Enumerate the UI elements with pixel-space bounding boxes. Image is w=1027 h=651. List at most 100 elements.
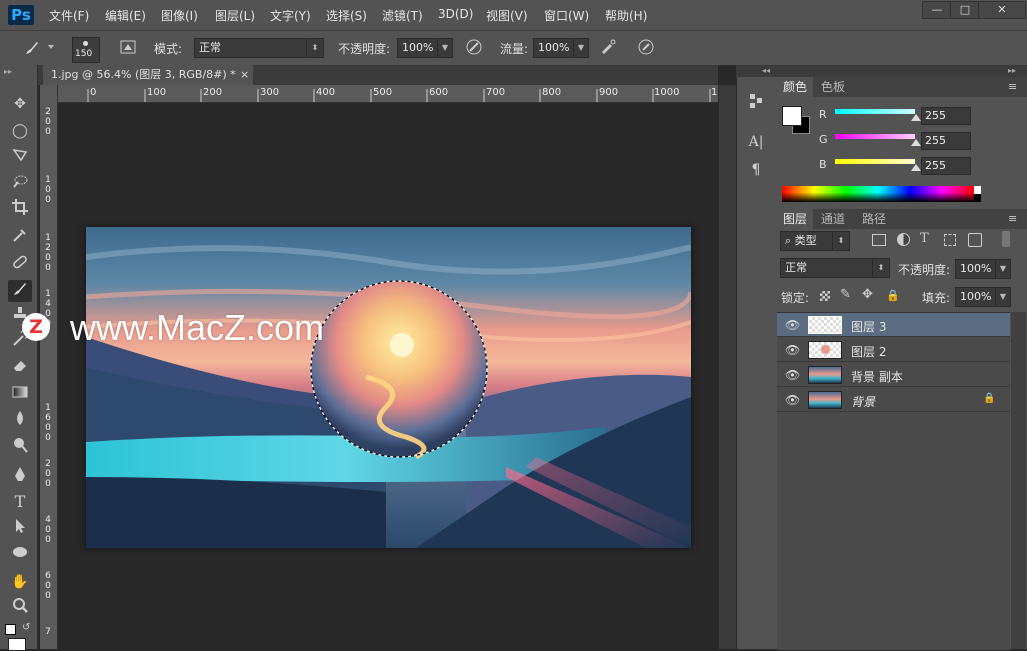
lasso-tool-icon[interactable]	[8, 146, 32, 168]
tab-color[interactable]: 颜色	[777, 77, 814, 97]
menu-help[interactable]: 帮助(H)	[605, 7, 647, 24]
move-tool-icon[interactable]: ✥	[8, 93, 32, 115]
red-slider-handle[interactable]	[911, 114, 921, 121]
visibility-eye-icon[interactable]: 👁	[785, 393, 800, 407]
filter-pixel-layer-icon[interactable]	[872, 234, 886, 246]
green-value-input[interactable]: 255	[921, 132, 971, 150]
lock-position-icon[interactable]: ✥	[862, 287, 873, 302]
visibility-eye-icon[interactable]: 👁	[785, 343, 800, 357]
color-spectrum-bar[interactable]	[782, 186, 974, 202]
red-value-input[interactable]: 255	[921, 107, 971, 125]
close-window-button[interactable]: ✕	[978, 1, 1026, 19]
opacity-input[interactable]: 100% ▼	[397, 38, 453, 58]
path-selection-tool-icon[interactable]	[8, 517, 32, 539]
layers-scrollbar[interactable]	[1011, 312, 1026, 649]
green-slider[interactable]	[835, 134, 915, 139]
brush-preset-dropdown[interactable]	[48, 45, 54, 49]
menu-file[interactable]: 文件(F)	[49, 7, 89, 24]
layer-name[interactable]: 图层 2	[851, 343, 886, 360]
pen-tool-icon[interactable]	[8, 465, 32, 487]
eyedropper-tool-icon[interactable]	[8, 226, 32, 248]
filter-adjustment-layer-icon[interactable]	[897, 233, 910, 246]
visibility-eye-icon[interactable]: 👁	[785, 318, 800, 332]
airbrush-icon[interactable]	[598, 38, 618, 58]
filter-toggle-switch[interactable]	[1002, 231, 1010, 247]
layer-filter-select[interactable]: ⌕ 类型 ⬍	[780, 231, 850, 251]
tab-paths[interactable]: 路径	[856, 209, 892, 229]
filter-shape-layer-icon[interactable]	[944, 234, 956, 246]
brush-panel-toggle-icon[interactable]	[118, 38, 138, 58]
elliptical-marquee-tool-icon[interactable]: ◯	[8, 120, 32, 142]
collapse-toolbox-icon[interactable]: ▸▸	[4, 67, 12, 76]
menu-layer[interactable]: 图层(L)	[215, 7, 255, 24]
filter-smart-object-icon[interactable]	[968, 233, 982, 247]
lock-image-pixels-icon[interactable]: ✎	[840, 287, 851, 302]
brush-tool-icon[interactable]	[8, 280, 32, 302]
menu-select[interactable]: 选择(S)	[326, 7, 367, 24]
brush-size-picker[interactable]: 150	[72, 37, 100, 63]
healing-brush-tool-icon[interactable]	[8, 253, 32, 275]
fill-input[interactable]: 100% ▼	[955, 287, 1011, 307]
swap-colors-icon[interactable]: ↺	[22, 622, 30, 633]
menu-edit[interactable]: 编辑(E)	[105, 7, 146, 24]
menu-view[interactable]: 视图(V)	[486, 7, 528, 24]
type-tool-icon[interactable]: T	[8, 491, 32, 513]
lock-transparent-pixels-icon[interactable]	[820, 291, 830, 301]
vertical-scrollbar[interactable]	[718, 85, 736, 649]
foreground-color-swatch[interactable]	[8, 638, 26, 651]
paragraph-panel-icon[interactable]: ¶	[746, 160, 766, 180]
layers-panel-menu-icon[interactable]: ≡	[1008, 212, 1017, 225]
tab-layers[interactable]: 图层	[777, 209, 814, 229]
menu-window[interactable]: 窗口(W)	[544, 7, 589, 24]
eraser-tool-icon[interactable]	[8, 356, 32, 378]
crop-tool-icon[interactable]	[8, 198, 32, 220]
mode-select[interactable]: 正常 ⬍	[194, 38, 324, 58]
layer-opacity-value: 100%	[960, 262, 992, 275]
blue-slider-handle[interactable]	[911, 164, 921, 171]
blue-slider[interactable]	[835, 159, 915, 164]
green-slider-handle[interactable]	[911, 139, 921, 146]
minimize-button[interactable]: —	[922, 1, 952, 19]
character-panel-icon[interactable]: A|	[746, 132, 766, 152]
quick-selection-tool-icon[interactable]	[8, 172, 32, 194]
hand-tool-icon[interactable]: ✋	[8, 571, 32, 593]
tab-channels[interactable]: 通道	[815, 209, 851, 229]
spectrum-black-swatch[interactable]	[974, 194, 981, 202]
menu-filter[interactable]: 滤镜(T)	[382, 7, 423, 24]
close-tab-button[interactable]: ×	[240, 68, 249, 81]
zoom-tool-icon[interactable]	[8, 597, 32, 619]
lock-all-icon[interactable]: 🔒	[886, 289, 900, 302]
default-colors-icon[interactable]	[5, 624, 16, 635]
canvas-image[interactable]	[86, 227, 691, 548]
dodge-tool-icon[interactable]	[8, 436, 32, 458]
layer-name[interactable]: 图层 3	[851, 318, 886, 335]
document-tab[interactable]: 1.jpg @ 56.4% (图层 3, RGB/8#) *	[43, 65, 253, 85]
brush-preset-icon[interactable]	[22, 38, 42, 58]
blur-tool-icon[interactable]	[8, 409, 32, 431]
panel-menu-icon[interactable]: ≡	[1008, 80, 1017, 93]
history-panel-icon[interactable]	[746, 92, 766, 112]
tab-swatches[interactable]: 色板	[815, 77, 851, 97]
pressure-size-icon[interactable]	[636, 38, 656, 58]
menu-3d[interactable]: 3D(D)	[438, 7, 473, 21]
blue-value-input[interactable]: 255	[921, 157, 971, 175]
ellipse-shape-tool-icon[interactable]	[8, 543, 32, 565]
pressure-opacity-icon[interactable]	[464, 38, 484, 58]
maximize-button[interactable]: □	[950, 1, 980, 19]
menu-type[interactable]: 文字(Y)	[270, 7, 311, 24]
blend-mode-select[interactable]: 正常 ⬍	[780, 258, 890, 278]
red-slider[interactable]	[835, 109, 915, 114]
menu-image[interactable]: 图像(I)	[161, 7, 198, 24]
lock-label: 锁定:	[781, 291, 810, 305]
foreground-color-swatch[interactable]	[782, 106, 802, 126]
gradient-tool-icon[interactable]	[8, 383, 32, 405]
layer-name[interactable]: 背景	[851, 393, 875, 410]
flow-input[interactable]: 100% ▼	[533, 38, 589, 58]
spectrum-white-swatch[interactable]	[974, 186, 981, 194]
layer-opacity-input[interactable]: 100% ▼	[955, 259, 1011, 279]
expand-panels-icon[interactable]: ▸▸	[1008, 66, 1016, 75]
collapse-dock-icon[interactable]: ◂◂	[762, 66, 770, 75]
filter-type-layer-icon[interactable]: T	[920, 231, 929, 246]
layer-name[interactable]: 背景 副本	[851, 368, 903, 385]
visibility-eye-icon[interactable]: 👁	[785, 368, 800, 382]
